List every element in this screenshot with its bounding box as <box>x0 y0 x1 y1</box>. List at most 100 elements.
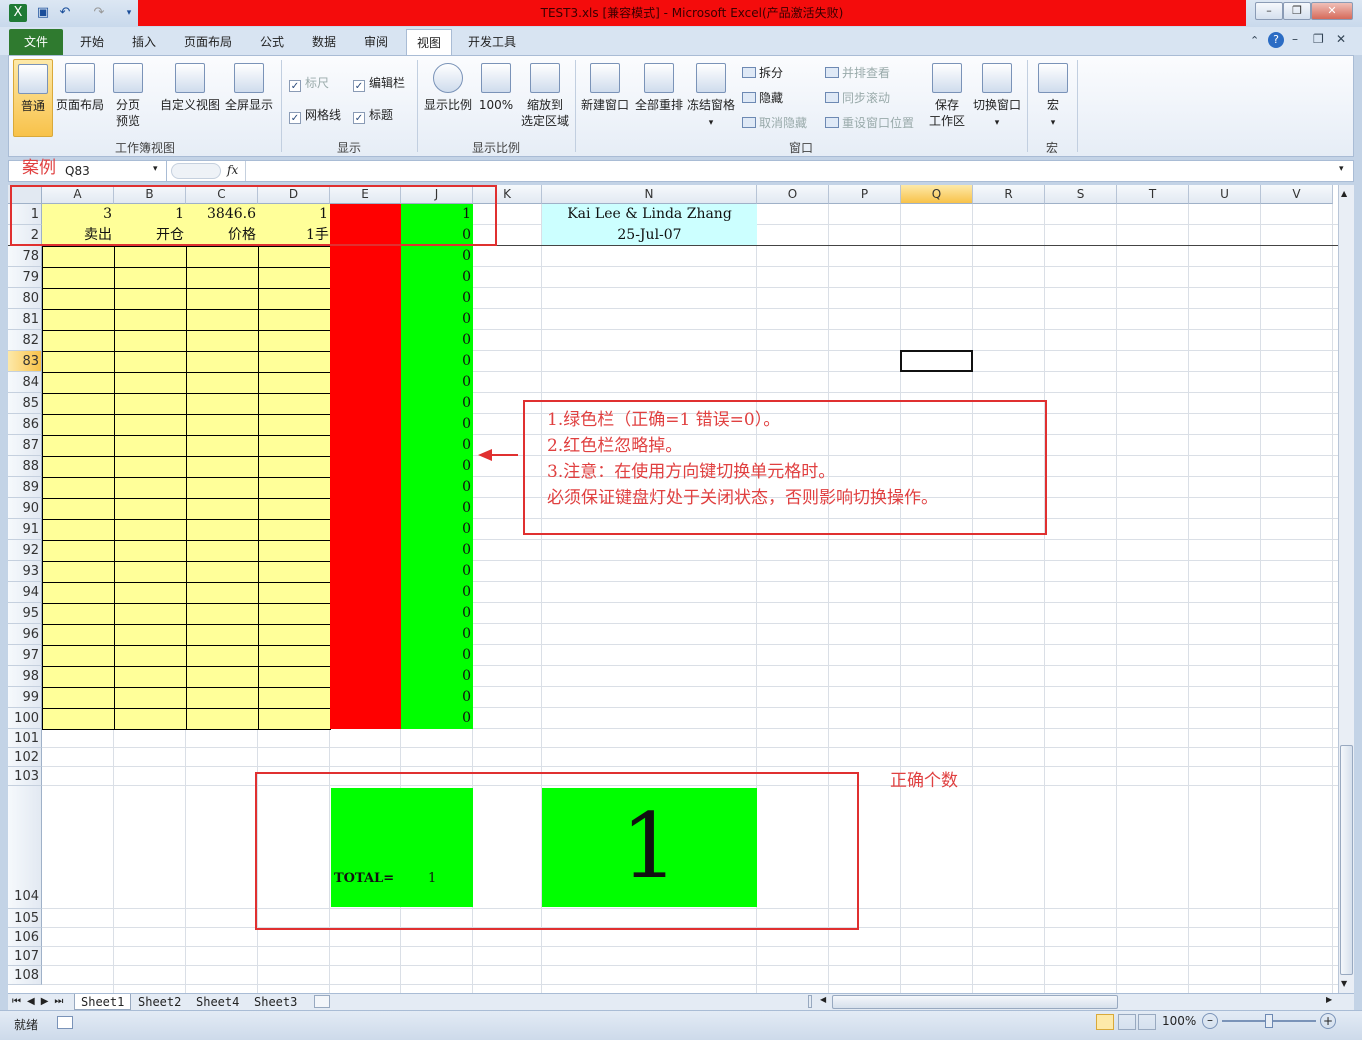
cell-J98[interactable]: 0 <box>401 666 473 687</box>
split-button[interactable]: 拆分 <box>742 64 783 81</box>
formula-bar-checkbox[interactable]: ✓ 编辑栏 <box>353 74 405 92</box>
full-screen-button[interactable]: 全屏显示 <box>223 63 275 113</box>
row-header-90[interactable]: 90 <box>8 498 42 519</box>
row-header-81[interactable]: 81 <box>8 309 42 330</box>
qat-customize-icon[interactable]: ▾ <box>120 4 138 22</box>
minimize-button[interactable]: – <box>1255 2 1283 20</box>
cell-J79[interactable]: 0 <box>401 267 473 288</box>
tab-file[interactable]: 文件 <box>9 29 63 55</box>
cell-N2[interactable]: 25-Jul-07 <box>542 225 757 246</box>
row-header-99[interactable]: 99 <box>8 687 42 708</box>
row-header-106[interactable]: 106 <box>8 928 42 947</box>
custom-views-button[interactable]: 自定义视图 <box>159 63 221 113</box>
page-break-status-icon[interactable] <box>1138 1014 1156 1030</box>
vertical-scroll-thumb[interactable] <box>1340 745 1353 975</box>
zoom-100-button[interactable]: 100% <box>475 63 517 113</box>
row-header-78[interactable]: 78 <box>8 246 42 267</box>
row-header-84[interactable]: 84 <box>8 372 42 393</box>
row-header-101[interactable]: 101 <box>8 729 42 748</box>
macros-button[interactable]: 宏 ▾ <box>1033 63 1073 131</box>
sheet-nav-arrows-icon[interactable]: ⏮◀▶⏭ <box>12 994 69 1010</box>
column-header-T[interactable]: T <box>1117 185 1189 204</box>
undo-icon[interactable]: ↶ <box>56 4 74 22</box>
insert-function-icon[interactable]: fx <box>227 163 238 177</box>
tab-developer[interactable]: 开发工具 <box>458 29 526 55</box>
column-header-R[interactable]: R <box>973 185 1045 204</box>
row-header-87[interactable]: 87 <box>8 435 42 456</box>
cell-J87[interactable]: 0 <box>401 435 473 456</box>
page-layout-status-icon[interactable] <box>1118 1014 1136 1030</box>
save-workspace-button[interactable]: 保存 工作区 <box>923 63 971 129</box>
chevron-down-icon[interactable]: ▾ <box>153 164 158 174</box>
cell-J81[interactable]: 0 <box>401 309 473 330</box>
row-header-80[interactable]: 80 <box>8 288 42 309</box>
row-header-94[interactable]: 94 <box>8 582 42 603</box>
zoom-slider-thumb[interactable] <box>1265 1014 1273 1028</box>
cell-J83[interactable]: 0 <box>401 351 473 372</box>
zoom-level[interactable]: 100% <box>1162 1014 1196 1028</box>
scroll-left-icon[interactable]: ◀ <box>820 995 826 1004</box>
macro-record-icon[interactable] <box>57 1016 73 1029</box>
tab-review[interactable]: 审阅 <box>354 29 398 55</box>
tab-formulas[interactable]: 公式 <box>250 29 294 55</box>
tab-split-handle[interactable] <box>808 995 812 1008</box>
cell-J86[interactable]: 0 <box>401 414 473 435</box>
normal-view-button[interactable]: 普通 <box>13 59 53 137</box>
cell-J84[interactable]: 0 <box>401 372 473 393</box>
column-header-Q[interactable]: Q <box>901 185 973 204</box>
cell-J89[interactable]: 0 <box>401 477 473 498</box>
row-header-92[interactable]: 92 <box>8 540 42 561</box>
save-icon[interactable]: ▣ <box>34 4 52 22</box>
row-header-98[interactable]: 98 <box>8 666 42 687</box>
row-header-82[interactable]: 82 <box>8 330 42 351</box>
column-header-V[interactable]: V <box>1261 185 1333 204</box>
zoom-to-selection-button[interactable]: 缩放到 选定区域 <box>519 63 571 129</box>
scroll-right-icon[interactable]: ▶ <box>1326 995 1332 1004</box>
sync-scroll-button[interactable]: 同步滚动 <box>825 89 890 106</box>
row-header-89[interactable]: 89 <box>8 477 42 498</box>
ribbon-collapse-icon[interactable]: ⌃ <box>1250 34 1259 47</box>
help-icon[interactable]: ? <box>1268 32 1284 48</box>
column-header-S[interactable]: S <box>1045 185 1117 204</box>
row-header-93[interactable]: 93 <box>8 561 42 582</box>
scroll-down-icon[interactable]: ▼ <box>1341 979 1347 988</box>
view-side-by-side-button[interactable]: 并排查看 <box>825 64 890 81</box>
row-header-97[interactable]: 97 <box>8 645 42 666</box>
close-button[interactable]: ✕ <box>1311 2 1353 20</box>
cell-J96[interactable]: 0 <box>401 624 473 645</box>
unhide-button[interactable]: 取消隐藏 <box>742 114 807 131</box>
sheet-tab-sheet3[interactable]: Sheet3 <box>248 994 303 1010</box>
tab-data[interactable]: 数据 <box>302 29 346 55</box>
scroll-up-icon[interactable]: ▲ <box>1341 189 1347 198</box>
row-header-91[interactable]: 91 <box>8 519 42 540</box>
row-header-95[interactable]: 95 <box>8 603 42 624</box>
cell-J85[interactable]: 0 <box>401 393 473 414</box>
row-header-104[interactable]: 104 <box>8 786 42 909</box>
cell-J95[interactable]: 0 <box>401 603 473 624</box>
doc-close-icon[interactable]: ✕ <box>1336 32 1346 46</box>
new-window-button[interactable]: 新建窗口 <box>579 63 631 113</box>
zoom-out-icon[interactable]: – <box>1202 1013 1218 1029</box>
page-layout-view-button[interactable]: 页面布局 <box>55 63 105 113</box>
column-header-N[interactable]: N <box>542 185 757 204</box>
row-header-102[interactable]: 102 <box>8 748 42 767</box>
ruler-checkbox[interactable]: ✓ 标尺 <box>289 74 329 92</box>
switch-windows-button[interactable]: 切换窗口 ▾ <box>971 63 1023 131</box>
cell-J78[interactable]: 0 <box>401 246 473 267</box>
cell-J80[interactable]: 0 <box>401 288 473 309</box>
tab-insert[interactable]: 插入 <box>122 29 166 55</box>
cell-N1[interactable]: Kai Lee & Linda Zhang <box>542 204 757 225</box>
cell-J97[interactable]: 0 <box>401 645 473 666</box>
row-header-86[interactable]: 86 <box>8 414 42 435</box>
maximize-button[interactable]: ❐ <box>1283 2 1311 20</box>
column-header-U[interactable]: U <box>1189 185 1261 204</box>
cell-J99[interactable]: 0 <box>401 687 473 708</box>
arrange-all-button[interactable]: 全部重排 <box>633 63 685 113</box>
cell-J90[interactable]: 0 <box>401 498 473 519</box>
row-header-79[interactable]: 79 <box>8 267 42 288</box>
tab-view[interactable]: 视图 <box>406 29 452 55</box>
active-cell-Q83[interactable] <box>900 350 973 372</box>
zoom-button[interactable]: 显示比例 <box>423 63 473 113</box>
row-header-100[interactable]: 100 <box>8 708 42 729</box>
tab-home[interactable]: 开始 <box>70 29 114 55</box>
